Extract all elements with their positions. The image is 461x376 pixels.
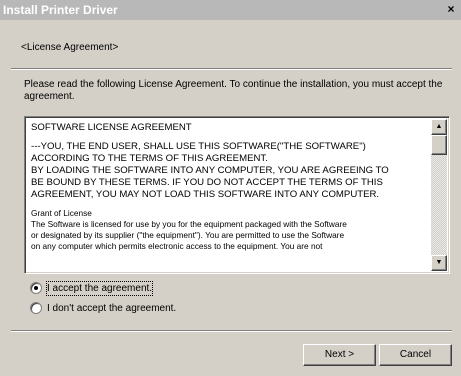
radio-selected-dot — [34, 286, 38, 290]
next-button[interactable]: Next > — [303, 344, 376, 366]
page-heading: <License Agreement> — [21, 42, 119, 53]
accept-label[interactable]: I accept the agreement. — [45, 281, 154, 296]
close-icon[interactable]: × — [444, 2, 458, 16]
title-bar[interactable]: Install Printer Driver × — [0, 0, 461, 20]
license-line: AGREEMENT, YOU MAY NOT LOAD THIS SOFTWAR… — [31, 189, 380, 200]
license-text-box[interactable]: SOFTWARE LICENSE AGREEMENT ---YOU, THE E… — [24, 116, 450, 274]
decline-label[interactable]: I don't accept the agreement. — [47, 302, 176, 315]
install-printer-driver-dialog: Install Printer Driver × <License Agreem… — [0, 0, 461, 376]
intro-text: Please read the following License Agreem… — [24, 79, 443, 102]
license-line: BY LOADING THE SOFTWARE INTO ANY COMPUTE… — [31, 165, 389, 176]
license-line: ACCORDING TO THE TERMS OF THIS AGREEMENT… — [31, 153, 268, 164]
license-content: SOFTWARE LICENSE AGREEMENT ---YOU, THE E… — [31, 122, 429, 252]
cancel-button[interactable]: Cancel — [379, 344, 452, 366]
footer-divider — [11, 330, 452, 332]
license-line: or designated by its supplier ("the equi… — [31, 230, 345, 240]
grant-heading: Grant of License — [31, 208, 92, 218]
scroll-thumb[interactable] — [431, 135, 447, 155]
scroll-up-icon[interactable]: ▲ — [431, 119, 447, 135]
header-divider — [11, 68, 452, 70]
license-heading: SOFTWARE LICENSE AGREEMENT — [31, 122, 192, 133]
vertical-scrollbar[interactable]: ▲ ▼ — [431, 119, 447, 271]
window-title: Install Printer Driver — [3, 3, 118, 17]
accept-radio[interactable] — [30, 282, 42, 294]
scroll-down-icon[interactable]: ▼ — [431, 255, 447, 271]
decline-radio[interactable] — [30, 302, 42, 314]
license-line: ---YOU, THE END USER, SHALL USE THIS SOF… — [31, 141, 366, 152]
license-line: BE BOUND BY THESE TERMS. IF YOU DO NOT A… — [31, 177, 383, 188]
license-line: The Software is licensed for use by you … — [31, 219, 347, 229]
license-line: on any computer which permits electronic… — [31, 241, 323, 251]
